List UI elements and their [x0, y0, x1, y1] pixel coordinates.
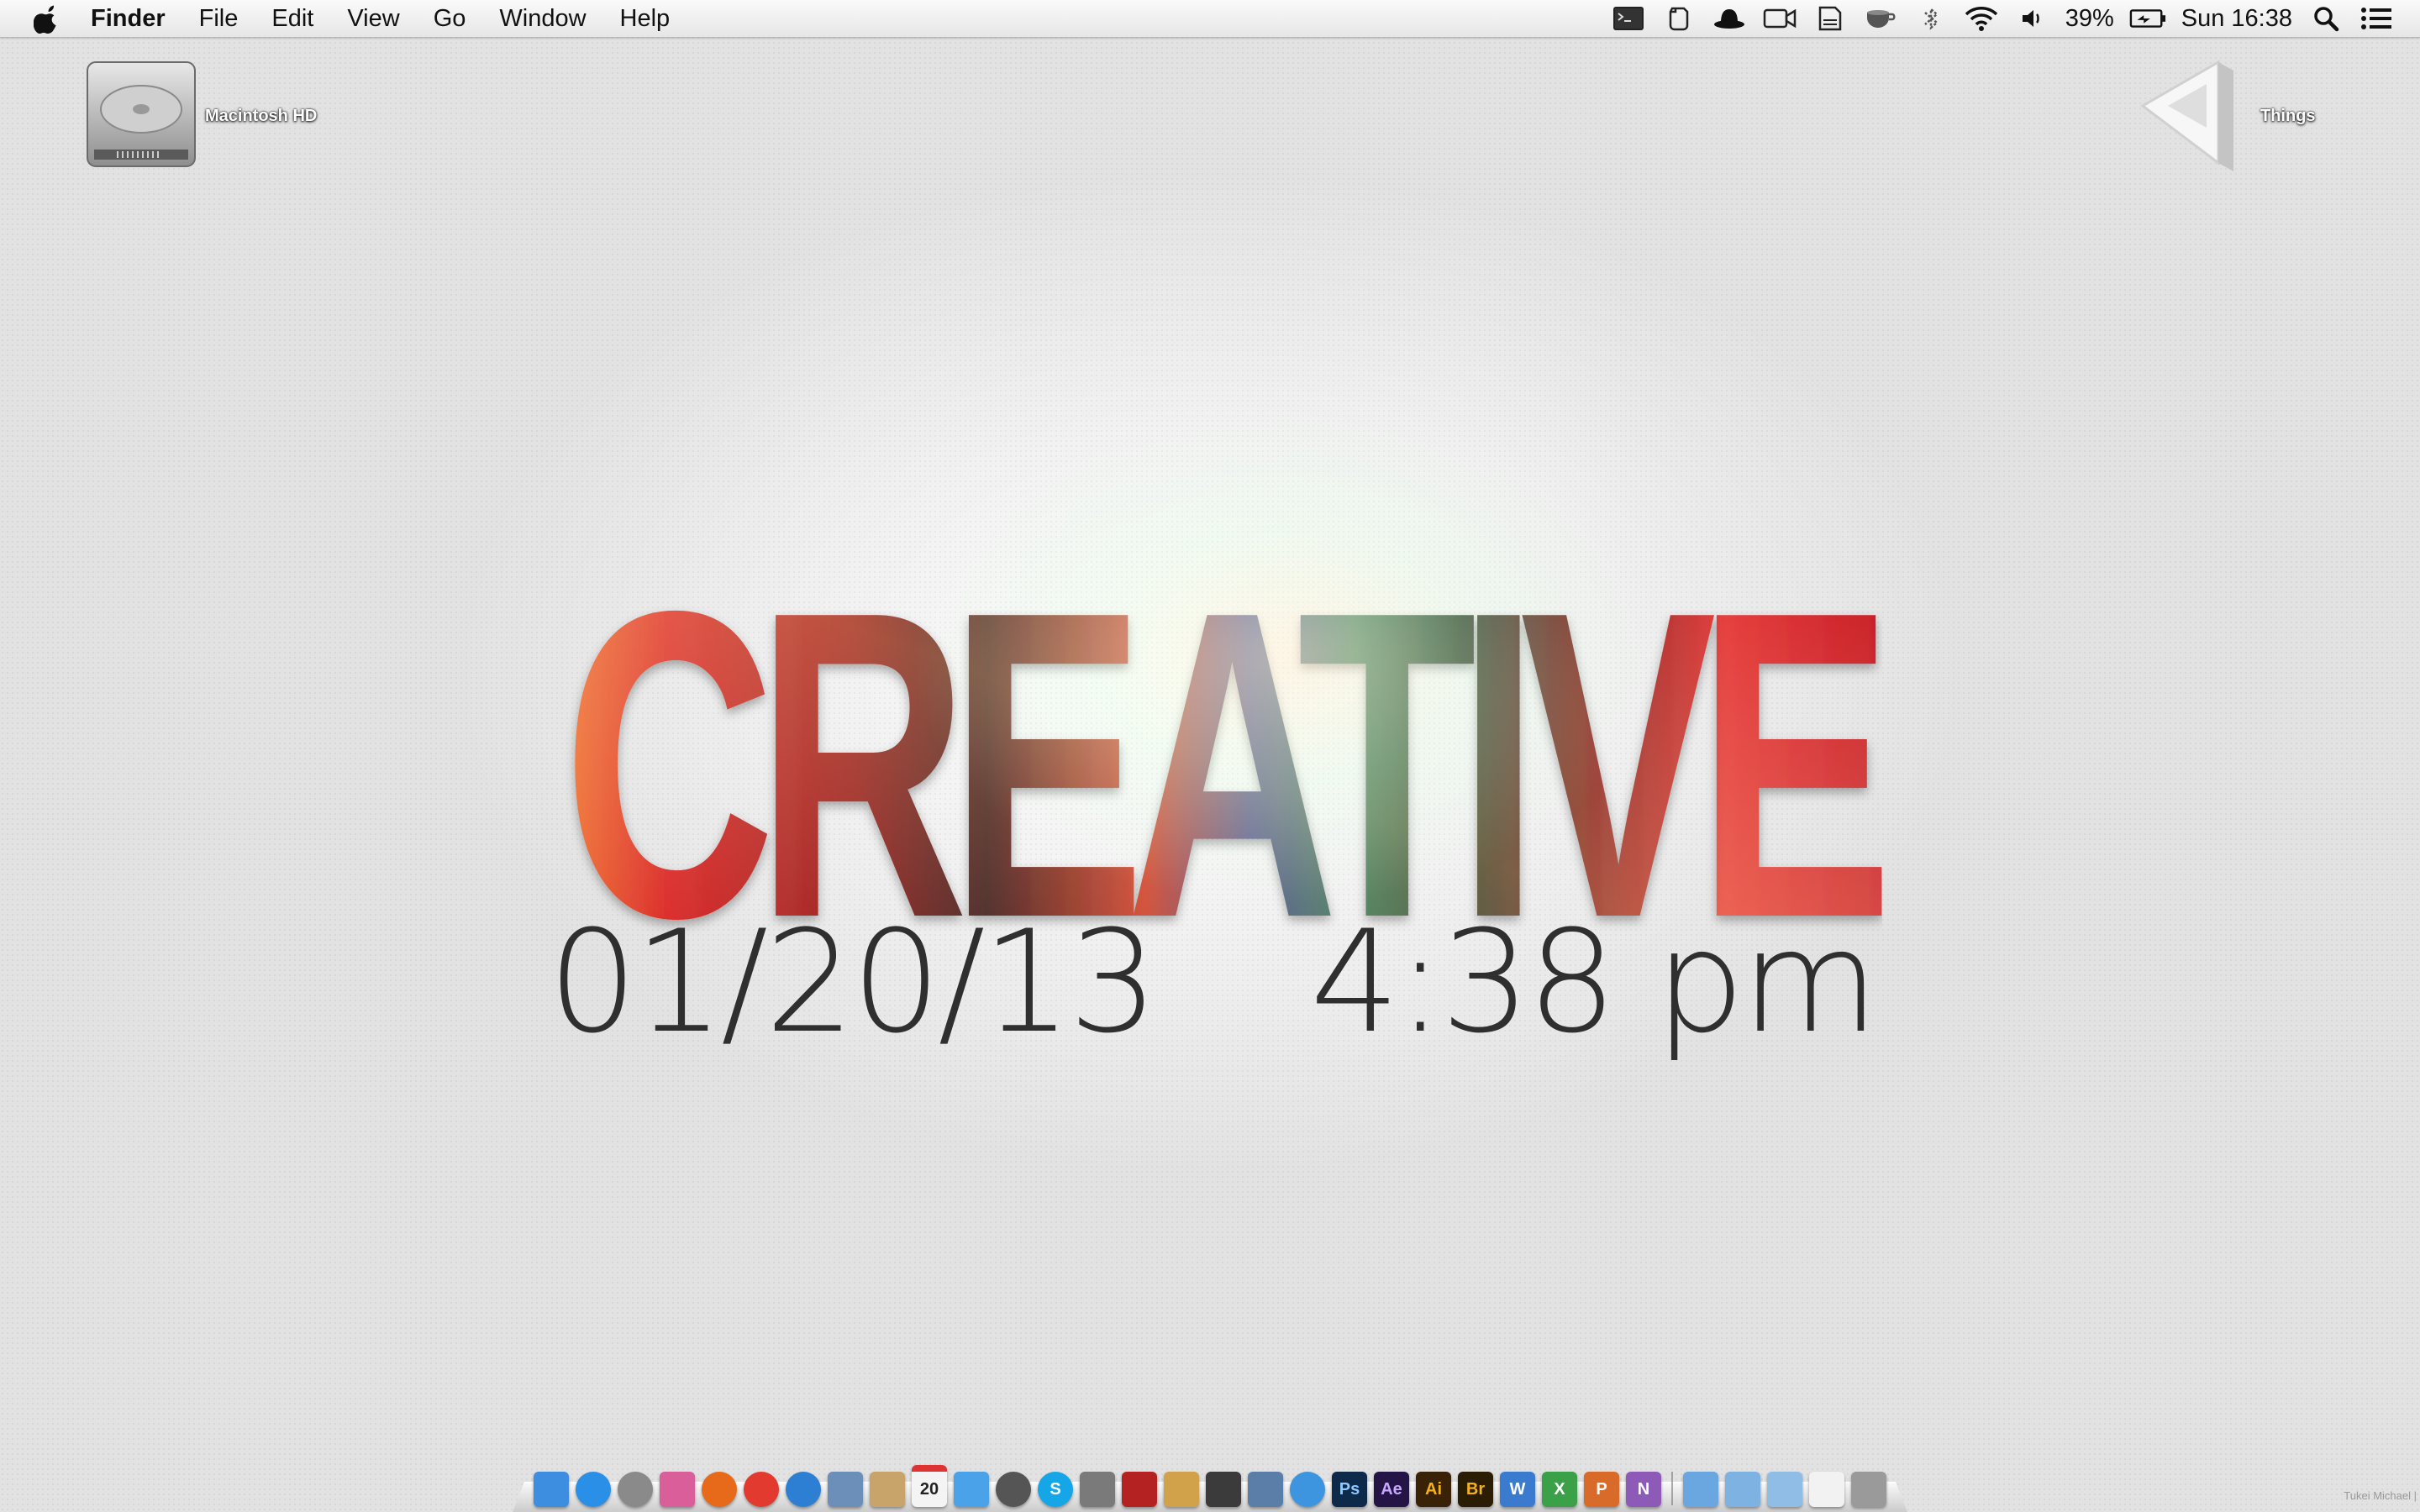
wallpaper-date: 01/20/13	[548, 900, 1159, 1064]
desktop-icon-macintosh-hd[interactable]: Macintosh HD	[84, 55, 317, 177]
menu-go[interactable]: Go	[417, 0, 483, 37]
desktop-icon-things[interactable]: Things	[2131, 55, 2316, 177]
desktop-stack-icon[interactable]	[1809, 1472, 1844, 1507]
evernote-icon[interactable]	[1660, 0, 1697, 37]
menu-window[interactable]: Window	[482, 0, 602, 37]
dropbox-icon[interactable]	[1812, 0, 1849, 37]
desktop: Finder File Edit View Go Window Help 39%…	[0, 0, 2420, 1512]
caffeine-icon[interactable]	[1862, 0, 1899, 37]
spotlight-icon[interactable]	[2307, 0, 2344, 37]
garageband-icon[interactable]	[1164, 1472, 1199, 1507]
photoshop-icon[interactable]: Ps	[1332, 1472, 1367, 1507]
camera-icon[interactable]	[996, 1472, 1031, 1507]
apple-menu-icon[interactable]	[22, 0, 72, 37]
imovie-icon[interactable]	[1206, 1472, 1241, 1507]
facetime-icon[interactable]	[1761, 0, 1798, 37]
trash-icon[interactable]	[1851, 1472, 1886, 1507]
wallpaper-credit: Tukei Michael |	[2344, 1489, 2417, 1502]
volume-icon[interactable]	[2013, 0, 2050, 37]
notification-center-icon[interactable]	[2358, 0, 2395, 37]
word-icon[interactable]: W	[1500, 1472, 1535, 1507]
skype-icon[interactable]: S	[1038, 1472, 1073, 1507]
app-store-icon[interactable]	[576, 1472, 611, 1507]
firefox-icon[interactable]	[702, 1472, 737, 1507]
menu-finder[interactable]: Finder	[72, 0, 182, 37]
preview-icon[interactable]	[828, 1472, 863, 1507]
onenote-icon[interactable]: N	[1626, 1472, 1661, 1507]
calendar-icon[interactable]: 20	[912, 1465, 947, 1507]
bridge-icon[interactable]: Br	[1458, 1472, 1493, 1507]
menu-edit[interactable]: Edit	[255, 0, 330, 37]
hard-drive-icon	[84, 55, 198, 177]
photo-booth-icon[interactable]	[1122, 1472, 1157, 1507]
contacts-icon[interactable]	[870, 1472, 905, 1507]
applications-stack-icon[interactable]	[1767, 1472, 1802, 1507]
menu-view[interactable]: View	[330, 0, 416, 37]
illustrator-icon[interactable]: Ai	[1416, 1472, 1451, 1507]
itunes-icon[interactable]	[1290, 1472, 1325, 1507]
battery-icon[interactable]	[2129, 0, 2166, 37]
after-effects-icon[interactable]: Ae	[1374, 1472, 1409, 1507]
downloads-stack-icon[interactable]	[1683, 1472, 1718, 1507]
battery-percent[interactable]: 39%	[2057, 0, 2123, 37]
headline-shine: CREATIVE	[563, 554, 1882, 941]
bluetooth-icon[interactable]	[1912, 0, 1949, 37]
things-icon	[2131, 55, 2240, 177]
wallpaper-time: 4:38 pm	[1310, 900, 1879, 1064]
excel-icon[interactable]: X	[1542, 1472, 1577, 1507]
safari-icon[interactable]	[786, 1472, 821, 1507]
wallpaper-headline: CREATIVE CREATIVE	[555, 521, 1914, 1009]
alfred-hat-icon[interactable]	[1711, 0, 1748, 37]
desktop-icon-label: Things	[2260, 107, 2316, 125]
iphoto-icon[interactable]	[1248, 1472, 1283, 1507]
powerpoint-icon[interactable]: P	[1584, 1472, 1619, 1507]
menu-bar: Finder File Edit View Go Window Help 39%…	[0, 0, 2420, 38]
chrome-icon[interactable]	[744, 1472, 779, 1507]
desktop-icon-label: Macintosh HD	[205, 107, 318, 125]
messages-icon[interactable]	[954, 1472, 989, 1507]
menu-help[interactable]: Help	[603, 0, 687, 37]
menu-file[interactable]: File	[182, 0, 255, 37]
documents-stack-icon[interactable]	[1725, 1472, 1760, 1507]
system-preferences-icon[interactable]	[1080, 1472, 1115, 1507]
gamecenter-icon[interactable]	[660, 1472, 695, 1507]
wifi-icon[interactable]	[1963, 0, 2000, 37]
dock-separator	[1671, 1472, 1673, 1505]
dock-icons: 20 S Ps Ae Ai Br W X P N	[529, 1465, 1891, 1509]
terminal-icon[interactable]	[1610, 0, 1647, 37]
menu-clock[interactable]: Sun 16:38	[2173, 0, 2301, 37]
finder-icon[interactable]	[534, 1472, 569, 1507]
launchpad-icon[interactable]	[618, 1472, 653, 1507]
dock: 20 S Ps Ae Ai Br W X P N	[513, 1462, 1907, 1512]
